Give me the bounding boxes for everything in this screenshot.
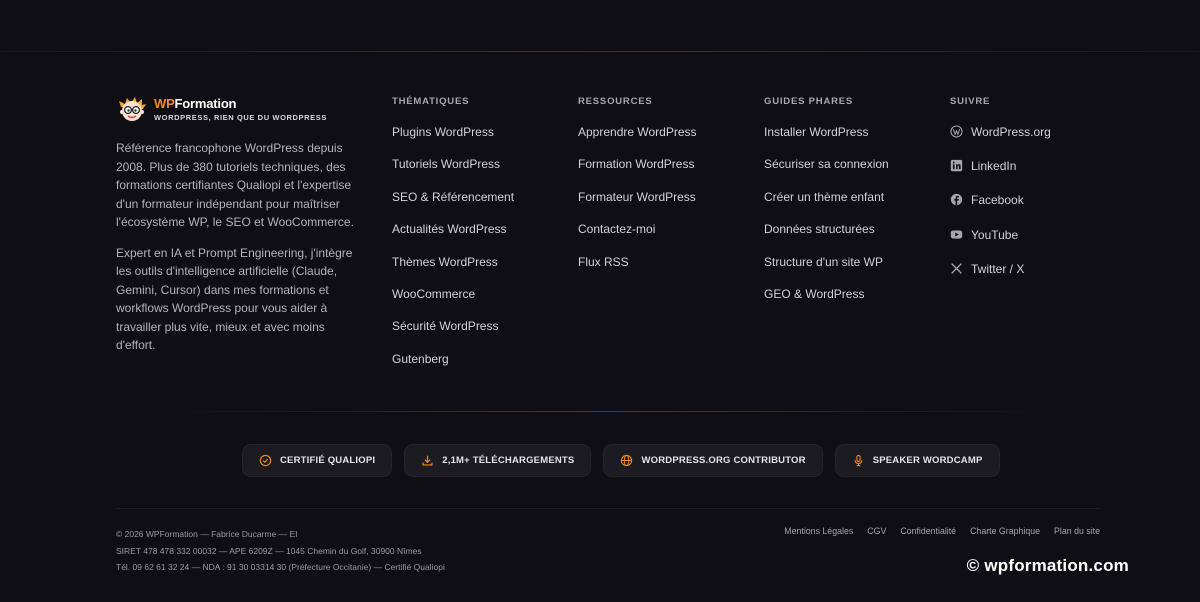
footer-link-installer[interactable]: Installer WordPress [764, 125, 889, 157]
footer-link-formation[interactable]: Formation WordPress [578, 157, 697, 189]
footer-link-rss[interactable]: Flux RSS [578, 255, 697, 287]
footer-column-ressources: RESSOURCES Apprendre WordPress Formation… [578, 96, 697, 287]
footer-link-securiser[interactable]: Sécuriser sa connexion [764, 157, 889, 189]
microphone-icon [854, 454, 863, 467]
footer-link-theme-enfant[interactable]: Créer un thème enfant [764, 190, 889, 222]
contact-line: Tél. 09 62 61 32 24 — NDA : 91 30 03314 … [116, 562, 445, 572]
badge-contributor: WORDPRESS.ORG CONTRIBUTOR [603, 444, 823, 477]
column-title-guides: GUIDES PHARES [764, 96, 854, 107]
bottom-divider [116, 508, 1100, 509]
badge-label: CERTIFIÉ QUALIOPI [280, 455, 376, 466]
footer-link-formateur[interactable]: Formateur WordPress [578, 190, 697, 222]
social-link-linkedin[interactable]: LinkedIn [950, 159, 1051, 193]
watermark: © wpformation.com [966, 556, 1129, 575]
legal-links: Mentions Légales CGV Confidentialité Cha… [784, 526, 1100, 536]
link-cgv[interactable]: CGV [867, 526, 886, 536]
x-icon [951, 262, 962, 274]
footer-link-gutenberg[interactable]: Gutenberg [392, 352, 514, 384]
footer-link-donnees[interactable]: Données structurées [764, 222, 889, 254]
top-divider [0, 51, 1200, 52]
legal-info: © 2026 WPFormation — Fabrice Ducarme — E… [116, 526, 445, 576]
footer-link-themes[interactable]: Thèmes WordPress [392, 255, 514, 287]
brand-description: Référence francophone WordPress depuis 2… [116, 141, 354, 229]
linkedin-icon [950, 160, 963, 172]
social-link-facebook[interactable]: Facebook [950, 193, 1051, 227]
footer-link-contact[interactable]: Contactez-moi [578, 222, 697, 254]
check-circle-icon [259, 454, 272, 467]
badge-label: SPEAKER WORDCAMP [872, 455, 983, 466]
badge-qualiopi: CERTIFIÉ QUALIOPI [242, 444, 393, 477]
link-charte-graphique[interactable]: Charte Graphique [970, 526, 1040, 536]
footer-link-tutoriels[interactable]: Tutoriels WordPress [392, 157, 514, 189]
download-icon [422, 455, 433, 466]
youtube-icon [950, 230, 963, 239]
facebook-icon [950, 194, 963, 206]
logo[interactable]: WPFormation WORDPRESS, RIEN QUE DU WORDP… [116, 95, 366, 123]
footer-link-plugins[interactable]: Plugins WordPress [392, 125, 514, 157]
badge-downloads: 2,1M+ TÉLÉCHARGEMENTS [404, 444, 592, 477]
brand-ai-description: Expert en IA et Prompt Engineering, j'in… [116, 245, 353, 353]
column-title-thematiques: THÉMATIQUES [392, 96, 470, 107]
badge-speaker: SPEAKER WORDCAMP [834, 444, 1000, 477]
social-link-youtube[interactable]: YouTube [950, 228, 1051, 262]
badge-label: 2,1M+ TÉLÉCHARGEMENTS [442, 455, 575, 466]
footer-column-guides: GUIDES PHARES Installer WordPress Sécuri… [764, 96, 889, 319]
column-title-ressources: RESSOURCES [578, 96, 653, 107]
footer-column-suivre: SUIVRE WordPress.org LinkedIn Facebook Y… [950, 96, 1051, 296]
badges-row: CERTIFIÉ QUALIOPI 2,1M+ TÉLÉCHARGEMENTS … [242, 444, 1000, 477]
social-label: WordPress.org [971, 125, 1051, 139]
siret-line: SIRET 478 478 332 00032 — APE 6209Z — 10… [116, 545, 422, 556]
social-label: Facebook [971, 193, 1024, 208]
column-title-suivre: SUIVRE [950, 96, 991, 107]
footer-link-seo[interactable]: SEO & Référencement [392, 190, 514, 222]
mascot-logo-icon [119, 97, 146, 121]
logo-name: WPFormation [154, 95, 237, 111]
footer-link-apprendre[interactable]: Apprendre WordPress [578, 125, 697, 157]
social-label: YouTube [971, 227, 1019, 242]
logo-tagline: WORDPRESS, RIEN QUE DU WORDPRESS [154, 112, 327, 122]
footer-link-woocommerce[interactable]: WooCommerce [392, 287, 514, 319]
middle-divider [168, 411, 1048, 412]
social-link-twitter[interactable]: Twitter / X [950, 262, 1051, 296]
footer-link-geo[interactable]: GEO & WordPress [764, 287, 889, 319]
footer-link-structure[interactable]: Structure d'un site WP [764, 255, 889, 287]
footer-link-securite[interactable]: Sécurité WordPress [392, 319, 514, 351]
social-label: Twitter / X [971, 261, 1025, 276]
globe-icon [621, 454, 633, 467]
link-confidentialite[interactable]: Confidentialité [900, 526, 956, 536]
link-mentions-legales[interactable]: Mentions Légales [784, 526, 853, 536]
copyright-line: © 2026 WPFormation — Fabrice Ducarme — E… [116, 529, 298, 539]
footer-brand: WPFormation WORDPRESS, RIEN QUE DU WORDP… [116, 95, 366, 355]
social-label: LinkedIn [971, 159, 1017, 174]
footer-link-actualites[interactable]: Actualités WordPress [392, 222, 514, 254]
badge-label: WORDPRESS.ORG CONTRIBUTOR [641, 455, 806, 466]
wordpress-icon [950, 125, 963, 138]
social-link-wordpress[interactable]: WordPress.org [950, 125, 1051, 159]
footer-column-thematiques: THÉMATIQUES Plugins WordPress Tutoriels … [392, 96, 514, 384]
link-plan-du-site[interactable]: Plan du site [1054, 526, 1100, 536]
